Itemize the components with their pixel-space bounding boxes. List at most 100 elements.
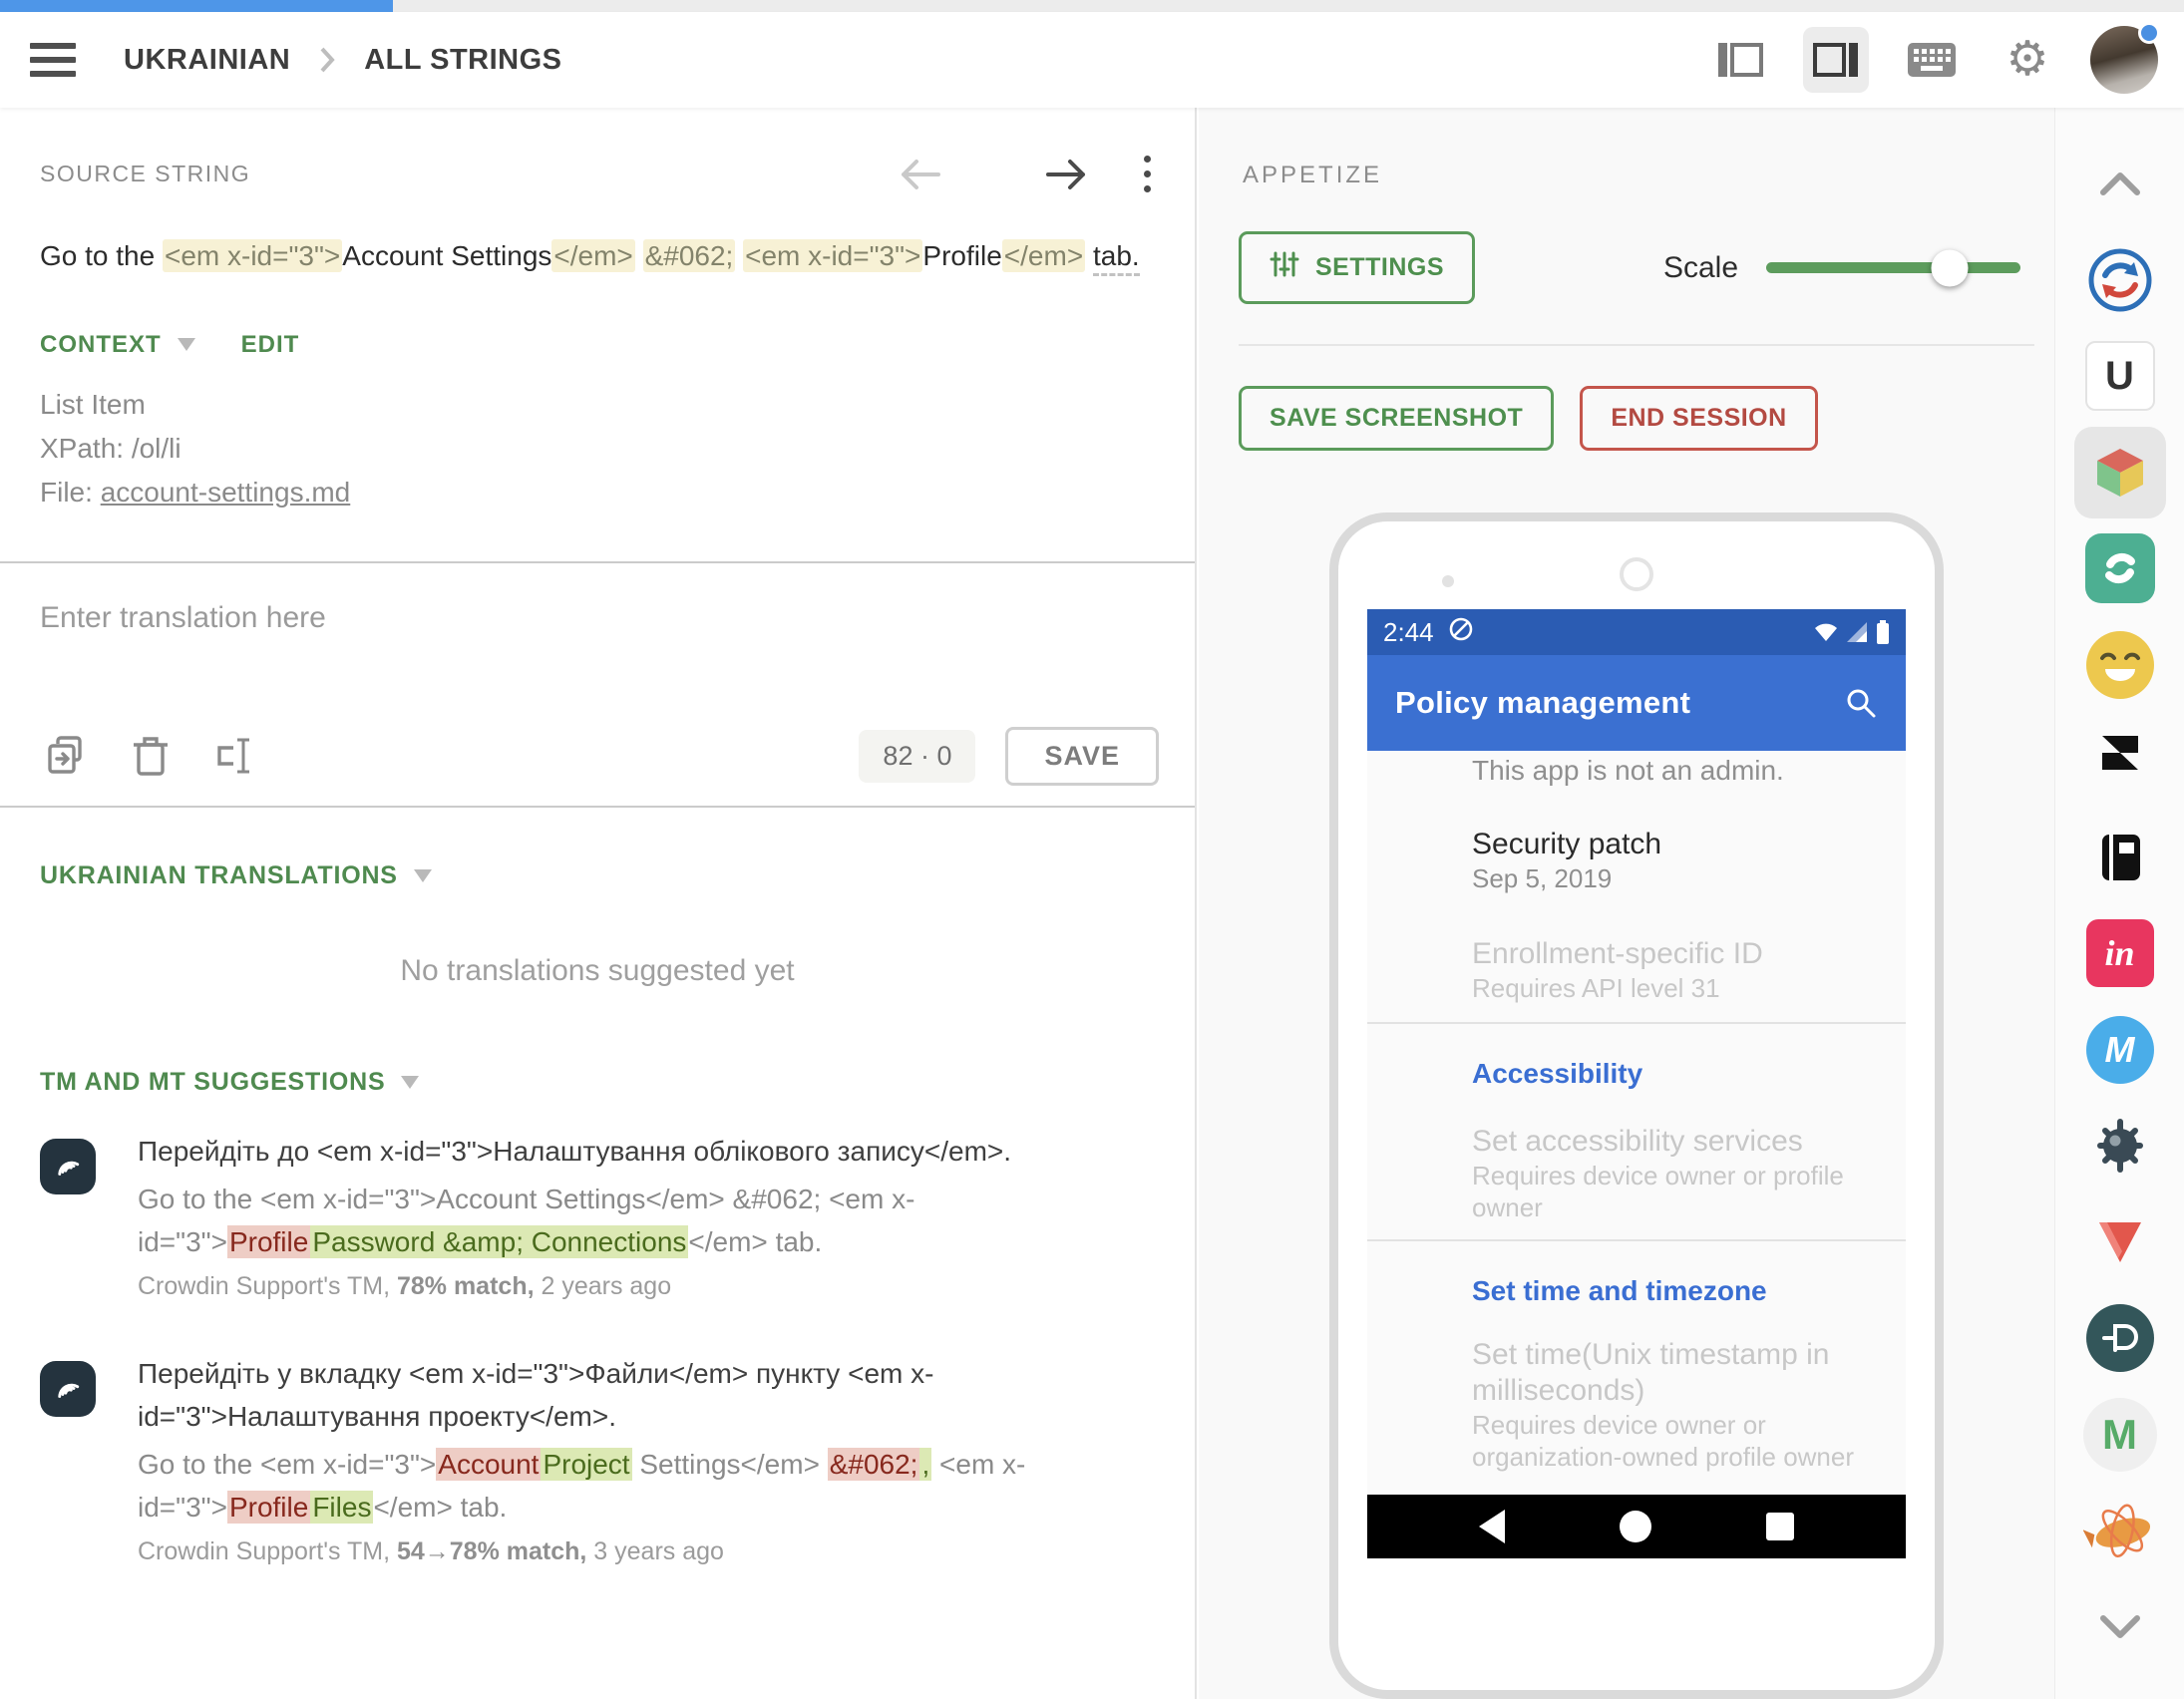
status-time: 2:44 bbox=[1383, 617, 1434, 648]
invision-app-icon[interactable]: in bbox=[2074, 907, 2166, 999]
phone-speaker bbox=[1620, 557, 1653, 591]
nav-home-icon[interactable] bbox=[1620, 1511, 1651, 1542]
select-text-icon[interactable] bbox=[213, 734, 261, 778]
app-title: Policy management bbox=[1395, 685, 1690, 721]
scroll-down-icon[interactable] bbox=[2074, 1581, 2166, 1673]
phone-camera-dot bbox=[1442, 575, 1454, 587]
android-status-bar: 2:44 bbox=[1367, 609, 1906, 655]
breadcrumb-section[interactable]: ALL STRINGS bbox=[364, 44, 561, 77]
breadcrumb-language[interactable]: UKRAINIAN bbox=[124, 44, 290, 77]
scale-slider-thumb[interactable] bbox=[1931, 249, 1968, 286]
source-string-label: SOURCE STRING bbox=[40, 161, 250, 187]
translations-section-header[interactable]: UKRAINIAN TRANSLATIONS bbox=[40, 861, 398, 890]
upload-progress-fill bbox=[0, 0, 393, 12]
suggestion-target-text: Перейдіть до <em x-id="3">Налаштування о… bbox=[138, 1131, 1085, 1174]
breadcrumb: UKRAINIAN ALL STRINGS bbox=[124, 44, 562, 77]
mine-app-icon[interactable] bbox=[2074, 1100, 2166, 1191]
phone-divider bbox=[1367, 1022, 1906, 1024]
appetize-label: APPETIZE bbox=[1243, 162, 2034, 189]
hamburger-menu-icon[interactable] bbox=[30, 43, 76, 77]
no-translations-message: No translations suggested yet bbox=[0, 954, 1195, 988]
end-session-button[interactable]: END SESSION bbox=[1580, 386, 1817, 451]
material-flag-app-icon[interactable] bbox=[2074, 1196, 2166, 1288]
android-app-bar: Policy management bbox=[1367, 655, 1906, 751]
context-edit-button[interactable]: EDIT bbox=[241, 331, 300, 359]
app-content-list: This app is not an admin. Security patchS… bbox=[1367, 751, 1906, 1558]
panel-left-layout-icon[interactable] bbox=[1707, 27, 1773, 93]
device-preview: 2:44 Policy management T bbox=[1329, 512, 1944, 1699]
source-string-text: Go to the <em x-id="3">Account Settings<… bbox=[40, 234, 1175, 279]
scale-label: Scale bbox=[1663, 251, 1738, 285]
proto-app-icon[interactable] bbox=[2074, 1292, 2166, 1384]
medium-app-icon[interactable]: M bbox=[2074, 1389, 2166, 1481]
context-type: List Item bbox=[40, 383, 1195, 427]
context-file-link[interactable]: account-settings.md bbox=[101, 477, 351, 508]
notebook-app-icon[interactable] bbox=[2074, 812, 2166, 903]
delete-translation-icon[interactable] bbox=[132, 734, 170, 778]
scroll-up-icon[interactable] bbox=[2074, 138, 2166, 229]
context-xpath: XPath: /ol/li bbox=[40, 427, 1195, 471]
nav-back-icon[interactable] bbox=[1479, 1510, 1505, 1543]
phone-divider bbox=[1367, 1239, 1906, 1241]
translations-collapse-icon[interactable] bbox=[414, 869, 432, 882]
app-header: UKRAINIAN ALL STRINGS ⚙ bbox=[0, 12, 2184, 108]
smiley-app-icon[interactable] bbox=[2074, 619, 2166, 711]
context-collapse-icon[interactable] bbox=[178, 338, 195, 351]
upload-progress-track bbox=[0, 0, 2184, 12]
more-options-icon[interactable] bbox=[1140, 152, 1155, 196]
suggestion-source-diff: Go to the <em x-id="3">AccountProject Se… bbox=[138, 1444, 1085, 1529]
divider bbox=[0, 806, 1195, 808]
next-string-icon[interactable] bbox=[1044, 158, 1088, 191]
save-screenshot-button[interactable]: SAVE SCREENSHOT bbox=[1239, 386, 1554, 451]
divider bbox=[0, 561, 1195, 563]
link-app-icon[interactable] bbox=[2074, 522, 2166, 614]
phone-section: Accessibility bbox=[1472, 1056, 1906, 1092]
framer-app-icon[interactable] bbox=[2074, 715, 2166, 807]
tm-collapse-icon[interactable] bbox=[401, 1076, 419, 1089]
appetize-panel: APPETIZE SETTINGS Scale SAVE SCREENSHOT … bbox=[1199, 108, 2054, 1699]
suggestion-meta: Crowdin Support's TM, 78% match, 2 years… bbox=[138, 1267, 1085, 1305]
tm-suggestion-row[interactable]: Перейдіть до <em x-id="3">Налаштування о… bbox=[40, 1131, 1155, 1306]
sync-icon[interactable] bbox=[2074, 234, 2166, 326]
context-file-row: File: account-settings.md bbox=[40, 471, 1195, 514]
wifi-icon bbox=[1814, 622, 1838, 642]
avatar[interactable] bbox=[2090, 26, 2158, 94]
tm-section-header[interactable]: TM AND MT SUGGESTIONS bbox=[40, 1068, 385, 1097]
color-cube-app-icon[interactable] bbox=[2074, 427, 2166, 518]
phone-item[interactable]: Set accessibility servicesRequires devic… bbox=[1472, 1124, 1866, 1223]
crowdin-tm-icon bbox=[40, 1139, 96, 1194]
translation-input[interactable]: Enter translation here bbox=[40, 601, 1195, 635]
device-screen[interactable]: 2:44 Policy management T bbox=[1367, 609, 1906, 1558]
apps-sidebar: U in M bbox=[2054, 108, 2184, 1699]
cell-signal-icon bbox=[1846, 622, 1868, 642]
scale-slider[interactable] bbox=[1766, 262, 2020, 273]
sliders-icon bbox=[1270, 249, 1299, 286]
context-toggle[interactable]: CONTEXT bbox=[40, 331, 162, 359]
tm-suggestions-list: Перейдіть до <em x-id="3">Налаштування о… bbox=[40, 1131, 1155, 1571]
tm-suggestion-row[interactable]: Перейдіть у вкладку <em x-id="3">Файли</… bbox=[40, 1353, 1155, 1570]
phone-item[interactable]: Enrollment-specific IDRequires API level… bbox=[1472, 936, 1866, 1004]
nav-recents-icon[interactable] bbox=[1766, 1513, 1794, 1540]
search-icon[interactable] bbox=[1844, 686, 1878, 720]
phone-item[interactable]: Set time(Unix timestamp in milliseconds)… bbox=[1472, 1337, 1866, 1473]
suggestion-meta: Crowdin Support's TM, 54→78% match, 3 ye… bbox=[138, 1532, 1085, 1570]
editor-panel: SOURCE STRING Go to the <em x-id="3">Acc… bbox=[0, 108, 1197, 1699]
copy-source-icon[interactable] bbox=[44, 734, 88, 778]
phone-section: Set time and timezone bbox=[1472, 1273, 1906, 1309]
letter-u-app-icon[interactable]: U bbox=[2074, 330, 2166, 422]
zeplin-app-icon[interactable] bbox=[2074, 1485, 2166, 1576]
divider bbox=[1239, 344, 2034, 346]
breadcrumb-chevron-icon bbox=[318, 45, 336, 75]
appetize-settings-button[interactable]: SETTINGS bbox=[1239, 231, 1475, 304]
panel-right-layout-icon[interactable] bbox=[1803, 27, 1869, 93]
phone-note: This app is not an admin. bbox=[1472, 753, 1866, 789]
settings-gear-icon[interactable]: ⚙ bbox=[1995, 27, 2060, 93]
save-translation-button[interactable]: SAVE bbox=[1005, 727, 1159, 786]
crowdin-tm-icon bbox=[40, 1361, 96, 1417]
online-status-badge bbox=[2138, 22, 2160, 44]
data-saver-icon bbox=[1448, 616, 1474, 649]
marvel-app-icon[interactable]: M bbox=[2074, 1004, 2166, 1096]
keyboard-icon[interactable] bbox=[1899, 27, 1965, 93]
phone-item[interactable]: Security patchSep 5, 2019 bbox=[1472, 827, 1866, 894]
previous-string-icon[interactable] bbox=[899, 158, 942, 191]
